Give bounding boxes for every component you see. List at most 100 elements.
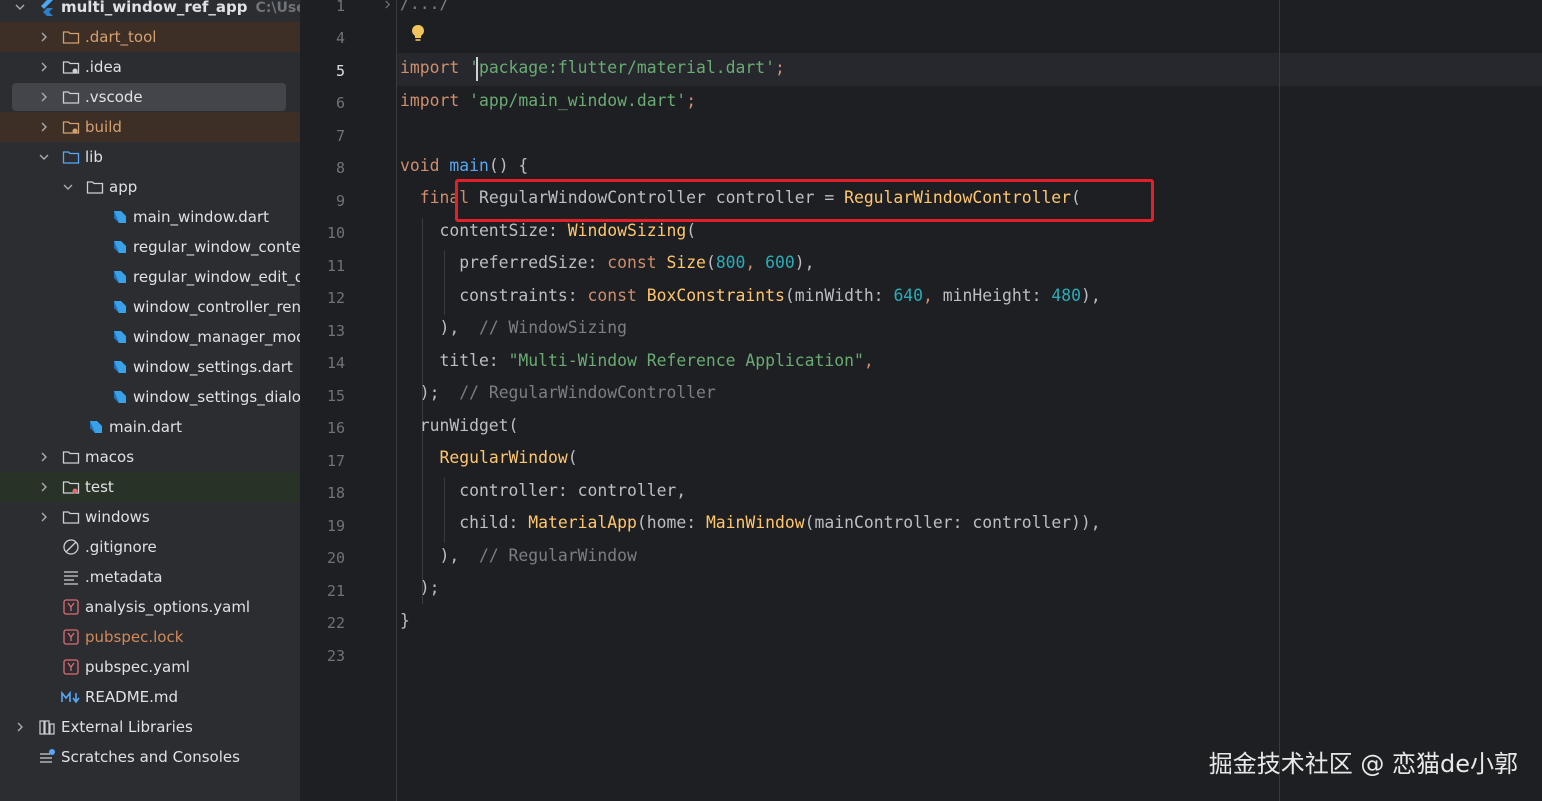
code-token: () { [488, 156, 529, 175]
code-token: constraints: [400, 286, 588, 305]
chevron-down-icon[interactable] [14, 1, 26, 13]
project-root-label: multi_window_ref_app C:\Users\ [61, 0, 300, 16]
chevron-right-icon[interactable] [14, 721, 26, 733]
watermark: 掘金技术社区 @ 恋猫de小郭 [1208, 750, 1518, 778]
code-line[interactable]: constraints: const BoxConstraints(minWid… [400, 286, 1101, 305]
tree-item-window-controller-render[interactable]: window_controller_ren [0, 292, 301, 322]
code-token: (mainController: controller)), [804, 513, 1101, 532]
code-token: ), [400, 318, 470, 337]
line-number: 12 [326, 289, 345, 307]
tree-item-main-dart[interactable]: main.dart [0, 412, 300, 442]
line-number: 4 [335, 29, 345, 47]
chevron-right-icon[interactable] [38, 511, 50, 523]
tree-item-idea[interactable]: .idea [0, 52, 300, 82]
code-token: minHeight: [942, 286, 1052, 305]
tree-item-label: .idea [85, 58, 122, 76]
tree-item-label: lib [85, 148, 103, 166]
tree-item-dart-tool[interactable]: .dart_tool [0, 22, 300, 52]
yaml-file-icon [62, 628, 80, 646]
tree-item-main-window-dart[interactable]: main_window.dart [0, 202, 300, 232]
tree-item-pubspec-yaml[interactable]: pubspec.yaml [0, 652, 300, 682]
code-token: 600 [765, 253, 795, 272]
chevron-right-icon[interactable] [38, 121, 50, 133]
markdown-file-icon [60, 688, 82, 706]
code-token: import [400, 91, 470, 110]
code-line[interactable]: ), // WindowSizing [400, 318, 627, 337]
dart-file-icon [110, 208, 128, 226]
code-line[interactable]: void main() { [400, 156, 528, 175]
code-line[interactable]: /.../ [400, 0, 449, 13]
tree-item-window-settings-dialog[interactable]: window_settings_dialo [0, 382, 300, 412]
tree-root[interactable]: multi_window_ref_app C:\Users\ [0, 0, 300, 22]
code-line[interactable]: ); [400, 578, 440, 597]
tree-item-regular-window-content[interactable]: regular_window_conte [0, 232, 300, 262]
text-file-icon [62, 568, 80, 586]
line-number: 21 [326, 582, 345, 600]
project-tree-panel: multi_window_ref_app C:\Users\ .dart_tool… [0, 0, 301, 801]
code-line[interactable]: contentSize: WindowSizing( [400, 221, 696, 240]
code-line[interactable]: title: "Multi-Window Reference Applicati… [400, 351, 873, 370]
code-token: contentSize: [400, 221, 568, 240]
code-line[interactable]: import 'package:flutter/material.dart'; [400, 58, 785, 77]
tree-item-lib[interactable]: lib [0, 142, 300, 172]
code-token: child: [400, 513, 529, 532]
line-number: 10 [326, 224, 345, 242]
tree-item-vscode[interactable]: .vscode [0, 82, 300, 112]
chevron-down-icon[interactable] [38, 151, 50, 163]
chevron-right-icon[interactable] [38, 91, 50, 103]
folder-icon [62, 88, 80, 106]
tree-item-window-manager-model[interactable]: window_manager_mod [0, 322, 300, 352]
dart-file-icon [110, 358, 128, 376]
tree-item-external-libraries[interactable]: External Libraries [0, 712, 300, 742]
dart-file-icon [110, 388, 128, 406]
tree-item-build[interactable]: build [0, 112, 300, 142]
chevron-right-icon[interactable] [38, 31, 50, 43]
tree-item-label: windows [85, 508, 150, 526]
chevron-right-icon[interactable] [38, 451, 50, 463]
chevron-right-icon[interactable] [38, 61, 50, 73]
folder-icon [62, 448, 80, 466]
code-line[interactable]: controller: controller, [400, 481, 686, 500]
lightbulb-icon[interactable] [410, 23, 426, 43]
tree-item-window-settings-dart[interactable]: window_settings.dart [0, 352, 300, 382]
tree-item-pubspec-lock[interactable]: pubspec.lock [0, 622, 300, 652]
line-number: 6 [335, 94, 345, 112]
code-editor[interactable]: /.../ import 'package:flutter/material.da… [397, 0, 1542, 801]
tree-item-label: window_settings.dart [133, 358, 293, 376]
code-line[interactable]: ); // RegularWindowController [400, 383, 716, 402]
code-token: "Multi-Window Reference Application" [508, 351, 864, 370]
tree-item-test[interactable]: test [0, 472, 300, 502]
folder-icon [86, 178, 104, 196]
tree-item-windows[interactable]: windows [0, 502, 300, 532]
tree-item-regular-window-edit[interactable]: regular_window_edit_d [0, 262, 300, 292]
code-line[interactable]: RegularWindow( [400, 448, 577, 467]
tree-item-analysis-options[interactable]: analysis_options.yaml [0, 592, 300, 622]
folder-icon [62, 28, 80, 46]
tree-item-label: .gitignore [85, 538, 157, 556]
code-token: , [923, 286, 943, 305]
code-token: ; [686, 91, 697, 110]
chevron-down-icon[interactable] [62, 181, 74, 193]
code-line[interactable]: child: MaterialApp(home: MainWindow(main… [400, 513, 1101, 532]
code-line[interactable]: import 'app/main_window.dart'; [400, 91, 696, 110]
tree-item-gitignore[interactable]: .gitignore [0, 532, 300, 562]
tree-item-label: window_controller_ren [133, 298, 301, 316]
code-line[interactable]: ), // RegularWindow [400, 546, 636, 565]
tree-item-app[interactable]: app [0, 172, 300, 202]
chevron-right-icon[interactable] [38, 481, 50, 493]
fold-chevron-icon[interactable] [383, 0, 392, 9]
line-number: 11 [326, 257, 345, 275]
code-token: // WindowSizing [469, 318, 627, 337]
code-line[interactable]: preferredSize: const Size(800, 600), [400, 253, 814, 272]
tree-item-macos[interactable]: macos [0, 442, 300, 472]
code-token: /.../ [400, 0, 450, 13]
code-line[interactable]: } [400, 611, 410, 630]
code-token: 'app/main_window.dart' [469, 91, 687, 110]
line-number: 16 [326, 419, 345, 437]
tree-item-scratches[interactable]: Scratches and Consoles [0, 742, 300, 772]
code-line[interactable]: runWidget( [400, 416, 519, 435]
tree-item-readme[interactable]: README.md [0, 682, 300, 712]
tree-item-metadata[interactable]: .metadata [0, 562, 300, 592]
code-token: 640 [893, 286, 924, 305]
config-folder-icon [62, 58, 80, 76]
